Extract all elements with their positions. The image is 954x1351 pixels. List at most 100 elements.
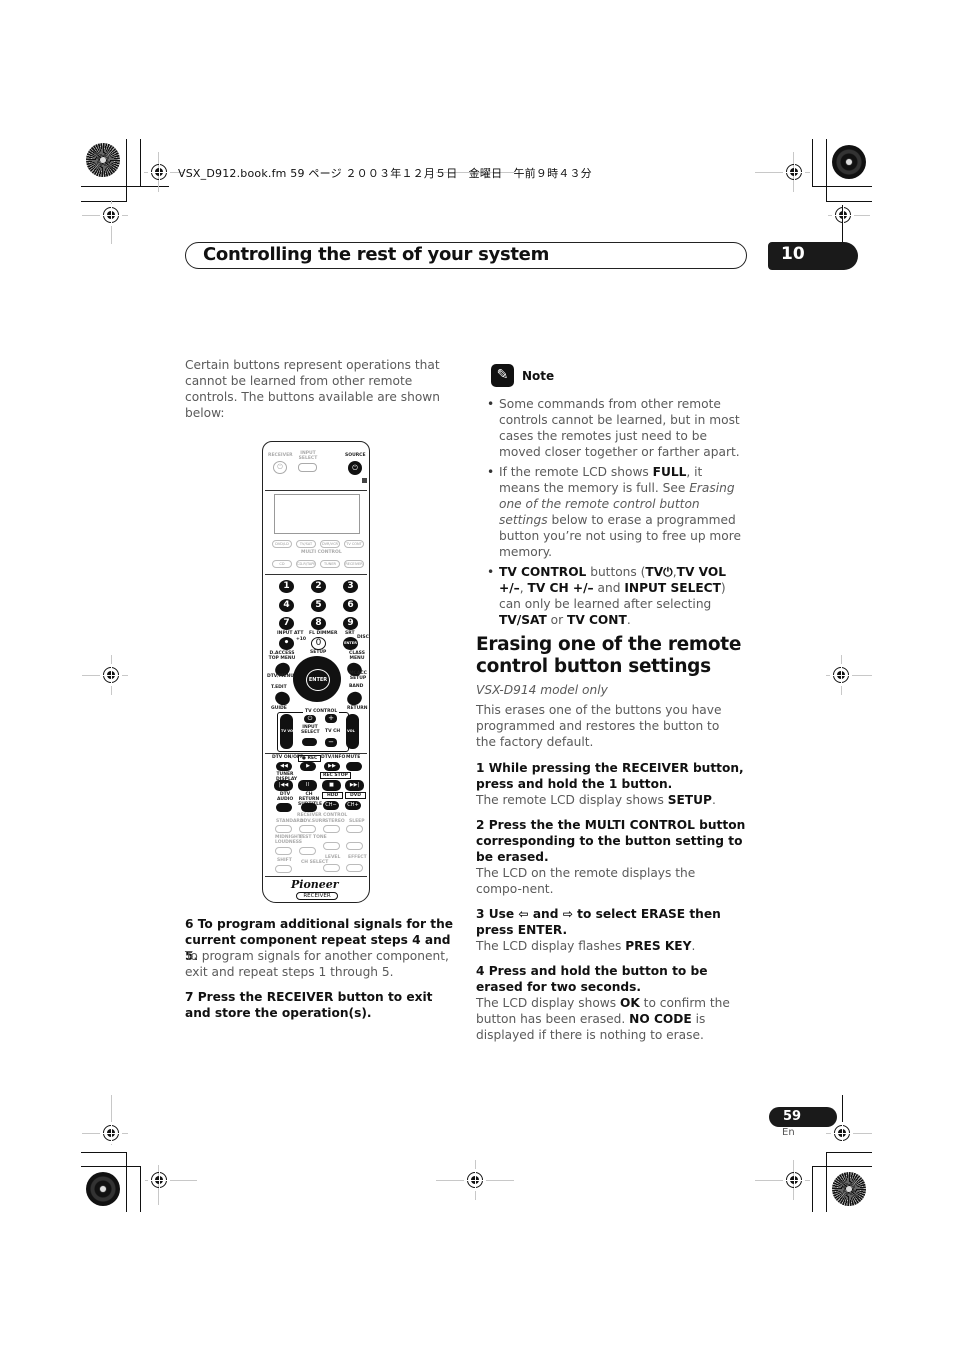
midnight-button	[275, 847, 292, 855]
tv-vol-label: TV VOL	[281, 729, 296, 733]
ch-return-button	[301, 803, 317, 812]
erase-step-3-heading: 3 Use ⇦ and ⇨ to select ERASE then press…	[476, 907, 721, 937]
registration-mark-icon	[831, 1122, 853, 1144]
multi-control-tuner-button: TUNER	[320, 560, 340, 568]
note-label: Note	[522, 369, 555, 383]
section-intro: This erases one of the buttons you have …	[476, 703, 722, 749]
t-edit-button	[272, 689, 293, 708]
digit-0-button: 0	[311, 637, 326, 650]
plus10-label: +10	[296, 637, 307, 642]
registration-mark-icon	[100, 204, 122, 226]
rewind-button: ◀◀	[276, 762, 292, 771]
play-button: ▶	[300, 762, 316, 771]
remote-divider	[265, 876, 367, 877]
registration-mark-icon	[783, 161, 805, 183]
digit-2-button: 2	[311, 580, 326, 593]
erase-step-4-heading: 4 Press and hold the button to be erased…	[476, 964, 708, 994]
crop-line	[140, 1166, 141, 1212]
rec-stop-label: REC STOP	[320, 772, 351, 779]
erase-step-2-body: The LCD on the remote displays the compo…	[476, 866, 696, 896]
rec-label: ● REC	[298, 755, 322, 762]
multi-control-cdr-button: CD-R/TAPE	[296, 560, 316, 568]
note-item: If the remote LCD shows FULL, it means t…	[484, 464, 746, 560]
receiver-power-button: ⏻	[273, 461, 287, 474]
shift-button	[275, 865, 292, 873]
digit-7-button: 7	[279, 617, 294, 630]
vol-label: VOL	[347, 729, 355, 733]
erase-step-4-body: The LCD display shows OK to confirm the …	[476, 995, 738, 1043]
effect-label: EFFECT	[348, 855, 367, 860]
model-badge: RECEIVER	[296, 892, 338, 900]
note-emphasis: INPUT SELECT	[624, 581, 721, 595]
ch-minus-button: CH−	[323, 801, 339, 810]
adv-surr-label: ADV.SURR	[300, 819, 326, 824]
receiver-control-label: RECEIVER CONTROL	[297, 813, 348, 818]
page-language: En	[782, 1127, 795, 1138]
mute-label: MUTE	[346, 755, 361, 760]
registration-mark-icon	[100, 1122, 122, 1144]
registration-mark-icon	[148, 161, 170, 183]
crop-line	[812, 1166, 813, 1212]
fast-forward-button: ▶▶	[324, 762, 340, 771]
setup-label: SETUP	[310, 650, 327, 655]
multi-control-dvd-button: DVD/LD	[272, 540, 292, 548]
enter-button: ENTER	[306, 669, 330, 691]
pause-button: II	[298, 780, 317, 791]
mute-button	[346, 762, 362, 771]
note-text: .	[626, 613, 631, 627]
note-list: Some commands from other remote controls…	[484, 396, 746, 632]
registration-mark-icon	[830, 664, 852, 686]
registration-target-bottom-left	[86, 1172, 120, 1206]
registration-mark-icon	[100, 664, 122, 686]
crop-line	[826, 1152, 872, 1153]
erase-step-1-body: The remote LCD display shows SETUP.	[476, 792, 744, 808]
mcacc-setup-label: MCACC SETUP	[349, 671, 367, 681]
section-heading: Erasing one of the remote control button…	[476, 634, 742, 677]
input-select-tv-label: INPUT SELECT	[301, 725, 320, 735]
next-button: ▶▶|	[345, 780, 364, 791]
crop-line	[81, 186, 169, 187]
registration-target-bottom-right	[832, 1172, 866, 1206]
page-number: 59	[769, 1107, 837, 1127]
step-text: .	[691, 939, 696, 953]
registration-mark-icon	[148, 1169, 170, 1191]
shift-label: SHIFT	[277, 858, 292, 863]
remote-divider	[265, 753, 367, 754]
erase-step-3-body: The LCD display flashes PRES KEY.	[476, 938, 744, 954]
remote-receiver-label: RECEIVER	[268, 453, 293, 458]
fl-dimmer-label: FL DIMMER	[309, 631, 338, 636]
return-label: RETURN	[347, 706, 368, 711]
level-minus-button	[323, 864, 340, 872]
effect-plus-button	[346, 842, 363, 850]
chapter-number-badge: 10	[768, 242, 858, 270]
step-6-body: To program signals for another component…	[185, 949, 449, 979]
note-emphasis: TV⏻	[645, 565, 673, 579]
note-emphasis: TV CONT	[567, 613, 627, 627]
effect-minus-button	[346, 864, 363, 872]
multi-control-tvsat-button: TV/SAT	[296, 540, 316, 548]
tv-ch-plus-button: +	[325, 714, 337, 723]
crop-line	[812, 186, 872, 187]
source-power-button: ⏻	[348, 461, 362, 475]
remote-source-label: SOURCE	[345, 453, 366, 458]
digit-3-button: 3	[343, 580, 358, 593]
stop-button: ■	[322, 780, 341, 791]
crop-line	[81, 1152, 127, 1153]
erase-step-1-heading: 1 While pressing the RECEIVER button, pr…	[476, 761, 744, 791]
disc-label: DISC	[357, 635, 369, 640]
multi-control-receiver-button: RECEIVER	[344, 560, 364, 568]
intro-paragraph: Certain buttons represent operations tha…	[185, 358, 440, 420]
note-emphasis: TV CONTROL	[499, 565, 587, 579]
remote-divider	[265, 574, 367, 575]
crop-line	[812, 1166, 872, 1167]
ch-plus-button: CH+	[345, 801, 361, 810]
model-note: VSX-D914 model only	[476, 683, 608, 697]
stereo-label: STEREO	[325, 819, 345, 824]
registration-mark-icon	[832, 204, 854, 226]
input-select-tv-button	[302, 738, 317, 746]
pencil-icon: ✎	[491, 364, 514, 387]
digit-9-button: 9	[343, 617, 358, 630]
step-text: The LCD display shows	[476, 996, 620, 1010]
indicator-led	[362, 478, 367, 483]
t-edit-label: T.EDIT	[271, 685, 287, 690]
